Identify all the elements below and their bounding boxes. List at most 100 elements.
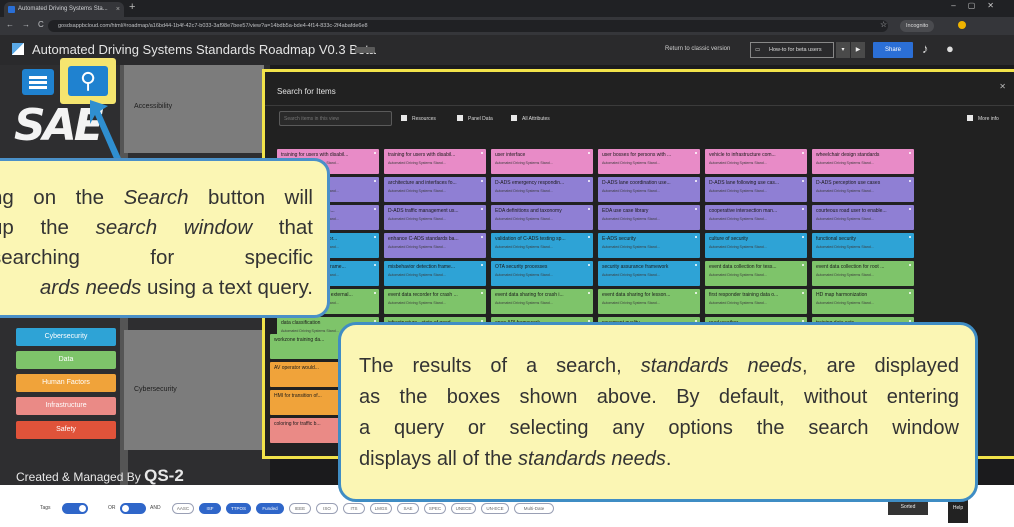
card-menu-icon[interactable] <box>802 264 804 266</box>
checkbox-resources[interactable]: Resources <box>401 115 436 122</box>
card-menu-icon[interactable] <box>374 264 376 266</box>
result-card[interactable]: event data collection for tess... Automat… <box>705 261 807 286</box>
card-menu-icon[interactable] <box>695 208 697 210</box>
category-safety[interactable]: Safety <box>16 421 116 439</box>
tag-chip[interactable]: SAE <box>397 503 419 514</box>
tag-chip[interactable]: TTPOS <box>226 503 251 514</box>
card-menu-icon[interactable] <box>802 208 804 210</box>
result-card[interactable]: event data recorder for crash ... Automat… <box>384 289 486 314</box>
extension-icon[interactable] <box>958 21 966 29</box>
new-tab-icon[interactable]: + <box>129 1 135 13</box>
checkbox-more-info[interactable]: More info <box>967 115 999 122</box>
card-menu-icon[interactable] <box>374 152 376 154</box>
result-card[interactable]: functional security Automated Driving Sys… <box>812 233 914 258</box>
result-card[interactable]: event data collection for root ... Automa… <box>812 261 914 286</box>
card-menu-icon[interactable] <box>588 152 590 154</box>
result-card[interactable]: coloring for traffic b... <box>270 418 340 443</box>
card-menu-icon[interactable] <box>588 208 590 210</box>
url-field[interactable]: gosdsappbcloud.com/html/#roadmap/a16bd44… <box>48 20 888 32</box>
tag-chip[interactable]: SPEC <box>424 503 446 514</box>
bell-icon[interactable]: ♪ <box>922 41 929 56</box>
tab-close-icon[interactable]: × <box>116 2 120 17</box>
result-card[interactable]: EDA use case library Automated Driving Sy… <box>598 205 700 230</box>
card-menu-icon[interactable] <box>695 152 697 154</box>
card-menu-icon[interactable] <box>481 152 483 154</box>
result-card[interactable]: first responder training data o... Automa… <box>705 289 807 314</box>
tag-chip[interactable]: LMGS <box>370 503 392 514</box>
tag-chip[interactable]: ISO <box>316 503 338 514</box>
result-card[interactable]: OTA security processes Automated Driving … <box>491 261 593 286</box>
result-card[interactable]: event data sharing for lesson... Automate… <box>598 289 700 314</box>
result-card[interactable]: workzone training da... <box>270 334 340 359</box>
star-icon[interactable]: ☆ <box>880 20 887 29</box>
tag-chip[interactable]: AASC <box>172 503 194 514</box>
close-icon[interactable]: ✕ <box>999 82 1006 91</box>
card-menu-icon[interactable] <box>374 236 376 238</box>
card-menu-icon[interactable] <box>481 208 483 210</box>
return-classic-link[interactable]: Return to classic version <box>665 46 730 52</box>
share-button[interactable]: Share <box>873 42 913 58</box>
result-card[interactable]: D-ADS lane following use cas... Automated… <box>705 177 807 202</box>
result-card[interactable]: D-ADS lane coordination use... Automated … <box>598 177 700 202</box>
window-controls[interactable]: –▢✕ <box>951 1 1006 10</box>
tag-chip[interactable]: IEEE <box>289 503 311 514</box>
card-menu-icon[interactable] <box>481 292 483 294</box>
card-menu-icon[interactable] <box>588 236 590 238</box>
card-menu-icon[interactable] <box>374 208 376 210</box>
tag-chip[interactable]: Multi-Date <box>514 503 554 514</box>
result-card[interactable]: event data sharing for crash i... Automat… <box>491 289 593 314</box>
result-card[interactable]: vehicle to infrastructure com... Automate… <box>705 149 807 174</box>
result-card[interactable]: user interface Automated Driving Systems … <box>491 149 593 174</box>
card-menu-icon[interactable] <box>695 264 697 266</box>
card-menu-icon[interactable] <box>909 152 911 154</box>
result-card[interactable]: HD map harmonization Automated Driving Sy… <box>812 289 914 314</box>
checkbox-panel-data[interactable]: Panel Data <box>457 115 493 122</box>
search-input[interactable] <box>279 111 392 126</box>
card-menu-icon[interactable] <box>802 292 804 294</box>
result-card[interactable]: user bosses for persons with ... Automate… <box>598 149 700 174</box>
card-menu-icon[interactable] <box>802 180 804 182</box>
result-card[interactable]: HMI for transition of... <box>270 390 340 415</box>
search-icon[interactable]: ⚲ <box>68 66 108 96</box>
category-data[interactable]: Data <box>16 351 116 369</box>
checkbox-all-attributes[interactable]: All Attributes <box>511 115 550 122</box>
tag-chip[interactable]: ISF <box>199 503 221 514</box>
card-menu-icon[interactable] <box>695 236 697 238</box>
result-card[interactable]: validation of C-ADS testing sp... Automat… <box>491 233 593 258</box>
or-and-toggle[interactable] <box>120 503 146 514</box>
card-menu-icon[interactable] <box>909 180 911 182</box>
result-card[interactable]: D-ADS perception use cases Automated Driv… <box>812 177 914 202</box>
nav-buttons-icon[interactable]: ←→C <box>6 20 52 29</box>
category-infrastructure[interactable]: Infrastructure <box>16 397 116 415</box>
tag-chip[interactable]: UNECE <box>451 503 476 514</box>
result-card[interactable]: courteous road user to enable... Automate… <box>812 205 914 230</box>
result-card[interactable]: enhance C-ADS standards ba... Automated D… <box>384 233 486 258</box>
card-menu-icon[interactable] <box>374 180 376 182</box>
play-icon[interactable]: ▶ <box>851 42 865 58</box>
card-menu-icon[interactable] <box>909 208 911 210</box>
result-card[interactable]: security assurance framework Automated Dr… <box>598 261 700 286</box>
result-card[interactable]: E-ADS security Automated Driving Systems … <box>598 233 700 258</box>
card-menu-icon[interactable] <box>588 292 590 294</box>
result-card[interactable]: culture of security Automated Driving Sys… <box>705 233 807 258</box>
menu-button[interactable] <box>22 69 54 95</box>
result-card[interactable]: wheelchair design standards Automated Dri… <box>812 149 914 174</box>
card-menu-icon[interactable] <box>481 264 483 266</box>
beta-users-button[interactable]: ▭ How-to for beta users <box>750 42 834 58</box>
card-menu-icon[interactable] <box>695 180 697 182</box>
category-cybersecurity[interactable]: Cybersecurity <box>16 328 116 346</box>
card-menu-icon[interactable] <box>481 180 483 182</box>
card-menu-icon[interactable] <box>374 292 376 294</box>
dropdown-icon[interactable]: ▾ <box>836 42 850 58</box>
category-human-factors[interactable]: Human Factors <box>16 374 116 392</box>
tag-chip[interactable]: UN-ECE <box>481 503 509 514</box>
card-menu-icon[interactable] <box>802 236 804 238</box>
card-menu-icon[interactable] <box>909 236 911 238</box>
result-card[interactable]: training for users with disabil... Automa… <box>384 149 486 174</box>
result-card[interactable]: AV operator would... <box>270 362 340 387</box>
browser-tab[interactable]: Automated Driving Systems Sta... × <box>4 2 124 17</box>
tag-chip[interactable]: ITS <box>343 503 365 514</box>
card-menu-icon[interactable] <box>695 292 697 294</box>
tag-chip[interactable]: Funded <box>256 503 284 514</box>
edit-tag[interactable] <box>355 47 375 53</box>
